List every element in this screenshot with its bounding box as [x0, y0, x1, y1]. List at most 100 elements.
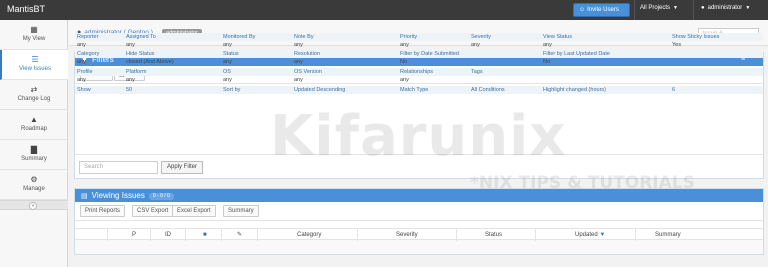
comment-icon[interactable]: ■	[203, 229, 207, 241]
user-menu-label: administrator	[707, 5, 743, 11]
filter-label[interactable]: 6	[672, 86, 675, 94]
filter-label[interactable]: OS Version	[294, 68, 322, 76]
sidebar-item-label: Change Log	[17, 96, 51, 102]
filter-label[interactable]: Relationships	[400, 68, 433, 76]
column-header-id[interactable]: ID	[165, 229, 171, 241]
top-navbar: MantisBT ☺ Invite Users All Projects ▼ ● ad…	[0, 0, 768, 20]
viewing-issues-header: ▤ Viewing Issues 0 - 0 / 0	[75, 189, 763, 202]
column-divider	[150, 229, 151, 241]
filter-value: any	[223, 42, 232, 48]
filter-label[interactable]: Status	[223, 50, 239, 58]
filter-value: any	[543, 42, 552, 48]
filter-label-row: Profile Platform OS OS Version Relationships…	[75, 68, 763, 76]
sidebar-item-manage[interactable]: ⚙ Manage	[0, 170, 68, 200]
filter-label[interactable]: Highlight changed (hours)	[543, 86, 606, 94]
sidebar: ▦ My View ☰ View Issues ⇄ Change Log ▲ R…	[0, 20, 68, 267]
column-header-status[interactable]: Status	[485, 229, 502, 241]
attachment-icon[interactable]: ✎	[237, 229, 242, 241]
filter-label[interactable]: OS	[223, 68, 231, 76]
chevron-down-icon: ▼	[673, 5, 678, 11]
column-header-priority[interactable]: P	[132, 229, 136, 241]
filter-label[interactable]: Category	[77, 50, 99, 58]
column-divider	[257, 229, 258, 241]
filter-label[interactable]: Severity	[471, 33, 491, 41]
sidebar-item-label: Roadmap	[20, 126, 47, 132]
filter-label-row: Reporter Assigned To Monitored By Note By Pr…	[75, 33, 763, 41]
filter-label[interactable]: Updated Descending	[294, 86, 345, 94]
filter-grid: Reporter Assigned To Monitored By Note By Pr…	[75, 33, 763, 154]
filter-value: any	[471, 42, 480, 48]
filter-label[interactable]: Show	[77, 86, 91, 94]
sidebar-item-my-view[interactable]: ▦ My View	[0, 20, 68, 50]
filter-value: any	[77, 42, 86, 48]
filter-value: No	[400, 59, 408, 65]
filter-value: any	[77, 59, 86, 65]
filter-label[interactable]: Hide Status	[126, 50, 154, 58]
column-header-summary[interactable]: Summary	[655, 229, 681, 241]
filter-label[interactable]: Filter by Last Updated Date	[543, 50, 610, 58]
filter-value: any	[400, 77, 409, 83]
column-divider	[221, 229, 222, 241]
filter-label[interactable]: Note By	[294, 33, 314, 41]
filter-value: any	[126, 77, 135, 83]
excel-export-button[interactable]: Excel Export	[172, 205, 216, 217]
print-reports-button[interactable]: Print Reports	[80, 205, 126, 217]
apply-filter-button[interactable]: Apply Filter	[161, 161, 204, 174]
filter-value: any	[77, 77, 86, 83]
sidebar-item-roadmap[interactable]: ▲ Roadmap	[0, 110, 68, 140]
sidebar-collapse-bar: «	[0, 200, 68, 210]
csv-export-button[interactable]: CSV Export	[132, 205, 174, 217]
column-header-updated[interactable]: Updated ▼	[575, 229, 605, 241]
sort-desc-icon: ▼	[599, 232, 606, 238]
filter-label[interactable]: Platform	[126, 68, 146, 76]
sidebar-collapse-button[interactable]: «	[29, 202, 37, 210]
user-plus-icon: ☺	[579, 7, 586, 13]
filter-label[interactable]: Show Sticky Issues	[672, 33, 719, 41]
filter-label[interactable]: All Conditions	[471, 86, 505, 94]
filter-label-row: Category Hide Status Status Resolution Filte…	[75, 50, 763, 58]
filter-label[interactable]: Reporter	[77, 33, 98, 41]
navbar-divider	[693, 0, 694, 20]
project-selector-label: All Projects	[640, 5, 671, 11]
summary-button[interactable]: Summary	[223, 205, 259, 217]
column-header-updated-label: Updated	[575, 232, 598, 238]
filter-label[interactable]: Sort by	[223, 86, 240, 94]
road-icon: ▲	[30, 115, 38, 124]
filter-label[interactable]: Filter by Date Submitted	[400, 50, 459, 58]
columns-icon: ▤	[81, 193, 88, 200]
filter-label[interactable]: Priority	[400, 33, 417, 41]
filter-label[interactable]: Assigned To	[126, 33, 156, 41]
filter-label[interactable]: View Status	[543, 33, 572, 41]
issues-table-header: P ID ■ ✎ Category Severity Status Update…	[75, 228, 763, 241]
gears-icon: ⚙	[30, 175, 38, 184]
filter-value: any	[294, 42, 303, 48]
column-divider	[535, 229, 536, 241]
column-divider	[107, 229, 108, 241]
filter-label[interactable]: 50	[126, 86, 132, 94]
column-header-category[interactable]: Category	[297, 229, 321, 241]
sidebar-item-summary[interactable]: ▇ Summary	[0, 140, 68, 170]
filter-value: any	[294, 77, 303, 83]
sidebar-item-change-log[interactable]: ⇄ Change Log	[0, 80, 68, 110]
column-divider	[635, 229, 636, 241]
filter-value: any	[126, 42, 135, 48]
sidebar-item-label: Manage	[23, 186, 45, 192]
filter-label[interactable]: Tags	[471, 68, 483, 76]
filter-search-input[interactable]: Search	[79, 161, 158, 174]
dashboard-icon: ▦	[30, 25, 38, 34]
column-header-severity[interactable]: Severity	[396, 229, 418, 241]
filter-label[interactable]: Profile	[77, 68, 93, 76]
filter-label[interactable]: Monitored By	[223, 33, 255, 41]
brand-logo[interactable]: MantisBT	[7, 4, 45, 14]
filter-label[interactable]: Resolution	[294, 50, 320, 58]
project-selector[interactable]: All Projects ▼	[640, 5, 678, 11]
bar-chart-icon: ▇	[30, 145, 38, 154]
filter-label[interactable]: Match Type	[400, 86, 428, 94]
filter-value-row: any any any any any any any Yes	[75, 41, 763, 49]
sidebar-item-view-issues[interactable]: ☰ View Issues	[0, 50, 68, 80]
filter-value: No	[543, 59, 551, 65]
user-menu[interactable]: ● administrator ▼	[701, 5, 750, 11]
invite-users-button[interactable]: ☺ Invite Users	[573, 3, 630, 17]
sidebar-item-label: My View	[22, 36, 46, 42]
issue-count-badge: 0 - 0 / 0	[148, 193, 174, 200]
